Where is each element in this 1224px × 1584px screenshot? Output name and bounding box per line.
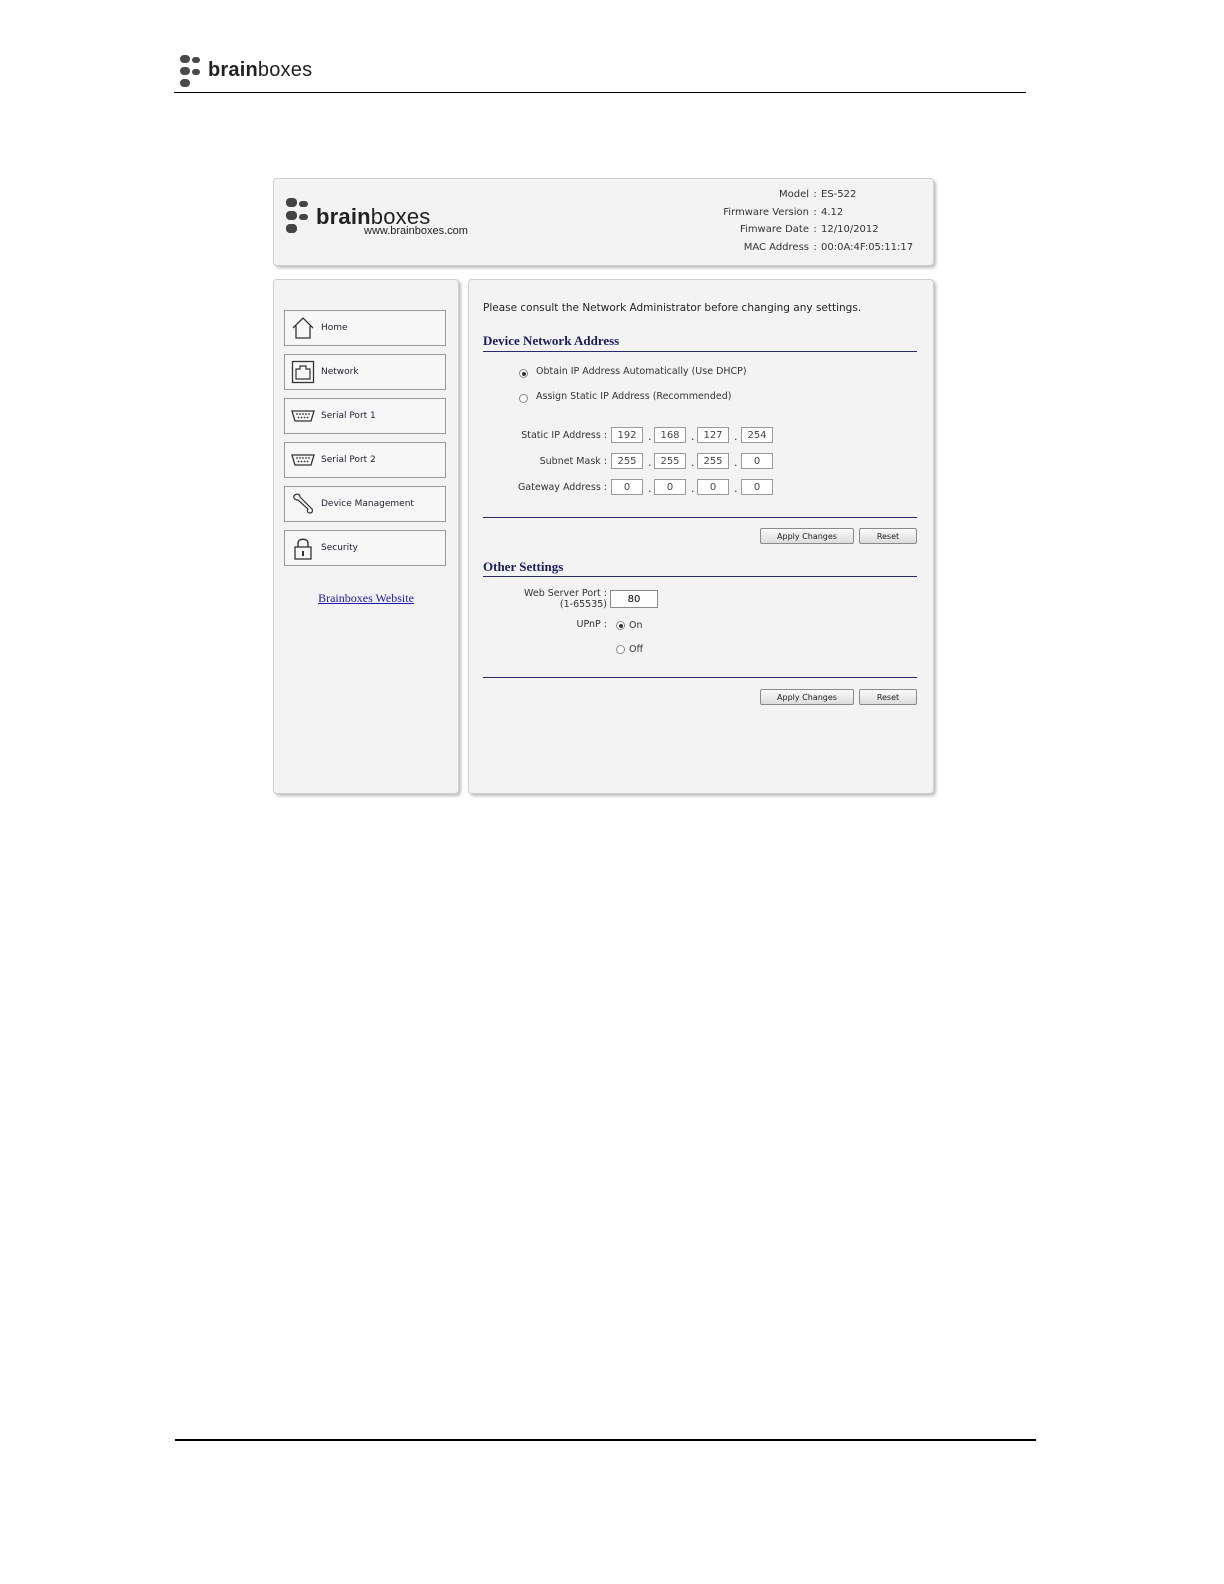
lock-icon	[294, 538, 312, 560]
nav-item-network[interactable]: Network	[284, 354, 446, 390]
serial-port-icon	[291, 454, 315, 466]
website-url: www.brainboxes.com	[364, 225, 468, 237]
info-value: 12/10/2012	[821, 224, 879, 235]
static-ip-radio-label: Assign Static IP Address (Recommended)	[536, 391, 732, 402]
gateway-octet-4[interactable]: 0	[741, 479, 773, 495]
static-ip-octet-1[interactable]: 192	[611, 427, 643, 443]
octet-separator: .	[648, 430, 652, 443]
nav-item-label: Device Management	[321, 499, 414, 509]
logo-text: brainboxes	[208, 59, 313, 81]
upnp-label: UPnP :	[576, 619, 608, 630]
web-server-port-label: Web Server Port :	[524, 588, 607, 599]
reset-button[interactable]: Reset	[859, 689, 917, 705]
gateway-address-label: Gateway Address :	[517, 482, 607, 493]
octet-separator: .	[648, 482, 652, 495]
section-divider	[483, 517, 917, 518]
static-ip-label: Static IP Address :	[521, 430, 607, 441]
info-value: 00:0A:4F:05:11:17	[821, 241, 914, 253]
apply-changes-button[interactable]: Apply Changes	[760, 528, 854, 544]
octet-separator: .	[648, 456, 652, 469]
info-row-model: Model: ES-522	[723, 189, 917, 207]
nav-item-home[interactable]: Home	[284, 310, 446, 346]
gateway-octet-1[interactable]: 0	[611, 479, 643, 495]
subnet-octet-2[interactable]: 255	[654, 453, 686, 469]
nav-item-device-management[interactable]: Device Management	[284, 486, 446, 522]
octet-separator: .	[734, 430, 738, 443]
web-server-port-range: (1-65535)	[559, 599, 607, 610]
info-row-mac-address: MAC Address:00:0A:4F:05:11:17	[723, 242, 917, 260]
upnp-off-radio[interactable]	[616, 645, 625, 654]
subnet-octet-3[interactable]: 255	[697, 453, 729, 469]
octet-separator: .	[734, 456, 738, 469]
octet-separator: .	[734, 482, 738, 495]
static-ip-radio[interactable]	[519, 394, 528, 403]
info-label: MAC Address	[743, 241, 809, 253]
logo-dots-icon	[178, 55, 206, 89]
dhcp-radio[interactable]	[519, 369, 528, 378]
device-header-panel: brainboxes www.brainboxes.com Model: ES-5…	[273, 178, 934, 266]
reset-button[interactable]: Reset	[859, 528, 917, 544]
wrench-icon	[293, 493, 313, 514]
static-ip-octet-3[interactable]: 127	[697, 427, 729, 443]
home-icon	[292, 317, 314, 339]
apply-changes-button[interactable]: Apply Changes	[760, 689, 854, 705]
info-row-firmware-version: Firmware Version:4.12	[723, 207, 917, 225]
nav-item-label: Serial Port 2	[321, 455, 376, 465]
subnet-octet-1[interactable]: 255	[611, 453, 643, 469]
static-ip-octet-4[interactable]: 254	[741, 427, 773, 443]
section-divider	[483, 677, 917, 678]
serial-port-icon	[291, 410, 315, 422]
info-label: Fimware Date	[740, 224, 809, 235]
brainboxes-website-link[interactable]: Brainboxes Website	[274, 591, 458, 606]
web-server-port-input[interactable]: 80	[610, 590, 658, 608]
footer-divider	[175, 1439, 1036, 1441]
static-ip-octet-2[interactable]: 168	[654, 427, 686, 443]
upnp-off-label: Off	[629, 644, 644, 655]
network-settings-panel: Please consult the Network Administrator…	[468, 279, 934, 794]
dhcp-radio-label: Obtain IP Address Automatically (Use DHC…	[536, 366, 747, 377]
nav-item-label: Network	[321, 367, 359, 377]
nav-item-label: Security	[321, 543, 358, 553]
subnet-octet-4[interactable]: 0	[741, 453, 773, 469]
network-icon	[291, 360, 315, 384]
info-label: Model	[778, 189, 809, 200]
info-value: ES-522	[821, 189, 857, 200]
info-value: 4.12	[821, 206, 844, 218]
device-info-table: Model: ES-522 Firmware Version:4.12 Fimwa…	[723, 189, 917, 259]
nav-item-label: Serial Port 1	[321, 411, 376, 421]
navigation-panel: Home Network Serial Port 1 Serial Port 2…	[273, 279, 459, 794]
consult-notice: Please consult the Network Administrator…	[483, 302, 862, 314]
info-label: Firmware Version	[723, 206, 809, 218]
section-title-other-settings: Other Settings	[483, 559, 564, 574]
upnp-on-label: On	[629, 620, 643, 631]
nav-item-serial-port-1[interactable]: Serial Port 1	[284, 398, 446, 434]
header-divider	[174, 92, 1026, 93]
gateway-octet-2[interactable]: 0	[654, 479, 686, 495]
section-title-device-network: Device Network Address	[483, 333, 620, 348]
section-divider	[483, 351, 917, 352]
nav-item-serial-port-2[interactable]: Serial Port 2	[284, 442, 446, 478]
logo-dots-icon	[284, 198, 312, 233]
section-divider	[483, 576, 917, 577]
octet-separator: .	[691, 430, 695, 443]
upnp-on-radio[interactable]	[616, 621, 625, 630]
subnet-mask-label: Subnet Mask :	[539, 456, 607, 467]
nav-item-label: Home	[321, 323, 348, 333]
octet-separator: .	[691, 456, 695, 469]
gateway-octet-3[interactable]: 0	[697, 479, 729, 495]
info-row-firmware-date: Fimware Date:12/10/2012	[723, 224, 917, 242]
nav-item-security[interactable]: Security	[284, 530, 446, 566]
octet-separator: .	[691, 482, 695, 495]
